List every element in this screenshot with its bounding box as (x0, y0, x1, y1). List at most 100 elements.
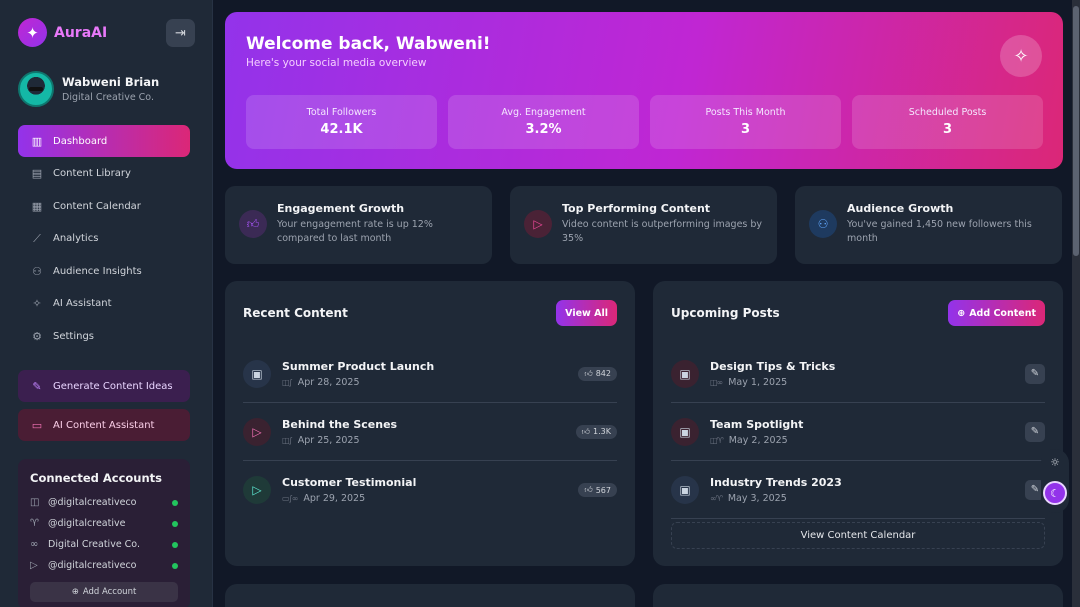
sidebar-item-content-library[interactable]: ▤ Content Library (18, 158, 190, 190)
logout-icon: ⇥ (175, 25, 186, 41)
list-item[interactable]: ▷ Behind the Scenes ◫∫ Apr 25, 2025 👍︎ 1.3K (243, 403, 617, 461)
stats-row: Total Followers 42.1K Avg. Engagement 3.2%… (246, 95, 1043, 149)
connected-accounts: Connected Accounts ◫ @digitalcreativeco ♈… (18, 459, 190, 607)
welcome-banner: Welcome back, Wabweni! Here's your socia… (225, 12, 1063, 169)
page-title: Welcome back, Wabweni! (246, 34, 491, 54)
sparkles-icon[interactable]: ✧ (1000, 35, 1042, 77)
sidebar-item-label: Settings (53, 330, 95, 342)
stat-value: 3 (942, 122, 953, 137)
list-item[interactable]: ▣ Summer Product Launch ◫∫ Apr 28, 2025 👍︎… (243, 345, 617, 403)
sidebar-item-label: Audience Insights (53, 265, 142, 277)
platform-icons: ◫∞ (710, 377, 723, 387)
stat-value: 3 (740, 122, 751, 137)
view-all-button[interactable]: View All (556, 300, 617, 326)
pencil-icon: ✎ (1030, 368, 1040, 379)
users-icon: ⚇ (32, 264, 42, 278)
item-date: May 3, 2025 (727, 492, 787, 504)
sidebar-item-dashboard[interactable]: ▥ Dashboard (18, 125, 190, 157)
list-item[interactable]: ▣ Industry Trends 2023 ∞♈ May 3, 2025 ✎ (671, 461, 1045, 519)
item-title: Industry Trends 2023 (710, 475, 842, 489)
account-item[interactable]: ∞ Digital Creative Co. (30, 534, 178, 555)
item-title: Behind the Scenes (282, 417, 398, 431)
likes-badge: 👍︎ 1.3K (575, 424, 617, 439)
platform-icons: ◫∫ (282, 377, 293, 387)
platform-icons: ∞♈ (710, 493, 723, 503)
stat-label: Scheduled Posts (908, 107, 987, 118)
app-root: ✦ AuraAI ⇥ Wabweni Brian Digital Creativ… (0, 0, 1080, 607)
upcoming-posts-card: Upcoming Posts ⊕ Add Content ▣ Design Tip… (653, 281, 1063, 566)
scroll-thumb[interactable] (1073, 6, 1079, 256)
thumbs-up-icon: 👍︎ (584, 485, 593, 494)
list-item[interactable]: ▣ Team Spotlight ◫♈ May 2, 2025 ✎ (671, 403, 1045, 461)
account-label: @digitalcreative (48, 518, 126, 529)
profile-name: Wabweni Brian (62, 75, 160, 89)
edit-button[interactable]: ✎ (1025, 421, 1045, 442)
accounts-title: Connected Accounts (30, 471, 163, 485)
sidebar-item-label: Analytics (53, 233, 99, 244)
item-title: Customer Testimonial (282, 476, 417, 489)
list-item[interactable]: ▣ Design Tips & Tricks ◫∞ May 1, 2025 ✎ (671, 345, 1045, 403)
logout-button[interactable]: ⇥ (166, 19, 195, 47)
account-item[interactable]: ◫ @digitalcreativeco (30, 492, 178, 513)
view-content-calendar-button[interactable]: View Content Calendar (671, 522, 1045, 549)
sidebar-item-label: Dashboard (53, 135, 108, 147)
scrollbar[interactable] (1072, 0, 1080, 607)
insight-card: ▷ Top Performing Content Video content is… (510, 186, 777, 264)
item-title: Summer Product Launch (282, 359, 435, 373)
stat-value: 3.2% (525, 122, 562, 137)
sidebar-nav: ▥ Dashboard ▤ Content Library ▦ Content Cal… (18, 125, 190, 353)
sidebar-item-content-calendar[interactable]: ▦ Content Calendar (18, 190, 190, 222)
sidebar: ✦ AuraAI ⇥ Wabweni Brian Digital Creativ… (0, 0, 213, 607)
account-label: @digitalcreativeco (48, 560, 137, 571)
bottom-card-left (225, 584, 635, 607)
account-item[interactable]: ▷ @digitalcreativeco (30, 555, 178, 576)
user-profile[interactable]: Wabweni Brian Digital Creative Co. (18, 71, 159, 107)
thumbs-up-icon: 👍︎ (581, 426, 591, 436)
instagram-icon: ◫ (30, 497, 40, 508)
ai-content-assistant-button[interactable]: ▭ AI Content Assistant (18, 409, 190, 441)
generate-content-ideas-button[interactable]: ✎ Generate Content Ideas (18, 370, 190, 402)
main-content: Welcome back, Wabweni! Here's your socia… (213, 0, 1080, 607)
account-item[interactable]: ♈ @digitalcreative (30, 513, 178, 534)
card-title: Upcoming Posts (671, 306, 780, 320)
users-icon: ⚇ (809, 210, 837, 238)
add-content-button[interactable]: ⊕ Add Content (948, 300, 1045, 326)
document-icon: ▤ (31, 167, 43, 180)
status-dot (172, 499, 178, 506)
line-chart-icon: ⟋ (33, 231, 41, 245)
moon-icon[interactable]: ☾ (1043, 481, 1067, 505)
sidebar-item-label: AI Assistant (53, 298, 112, 309)
plus-icon: ⊕ (957, 307, 966, 319)
button-label: Add Account (82, 587, 137, 597)
plus-icon: ⊕ (71, 587, 79, 597)
insight-title: Engagement Growth (277, 202, 405, 215)
twitter-icon: ♈ (30, 518, 39, 529)
add-account-button[interactable]: ⊕ Add Account (30, 582, 178, 602)
sidebar-item-label: Content Library (53, 168, 131, 179)
item-date: Apr 28, 2025 (297, 376, 360, 388)
list-item[interactable]: ▷ Customer Testimonial ▭∫∞ Apr 29, 2025 👍︎… (243, 461, 617, 519)
sun-icon[interactable]: ☼ (1047, 456, 1063, 472)
edit-button[interactable]: ✎ (1025, 363, 1045, 384)
item-title: Team Spotlight (710, 417, 804, 431)
status-dot (172, 562, 178, 569)
sidebar-item-audience-insights[interactable]: ⚇ Audience Insights (18, 255, 190, 287)
likes-count: 567 (595, 485, 611, 495)
insights-row: 👍︎ Engagement Growth Your engagement rate… (225, 186, 1062, 264)
button-label: AI Content Assistant (53, 419, 155, 431)
avatar (18, 71, 54, 107)
thumbs-up-icon: 👍︎ (584, 368, 593, 378)
insight-card: ⚇ Audience Growth You've gained 1,450 new… (795, 186, 1062, 264)
insight-card: 👍︎ Engagement Growth Your engagement rate… (225, 186, 492, 264)
insight-desc: Video content is outperforming images by… (562, 219, 763, 244)
brand[interactable]: ✦ AuraAI (18, 18, 107, 47)
insight-desc: You've gained 1,450 new followers this m… (847, 219, 1032, 244)
button-label: Generate Content Ideas (53, 380, 173, 392)
video-icon: ▷ (524, 210, 552, 238)
sidebar-item-analytics[interactable]: ⟋ Analytics (18, 223, 190, 255)
profile-org: Digital Creative Co. (62, 92, 154, 103)
sidebar-item-settings[interactable]: ⚙ Settings (18, 320, 190, 352)
bar-chart-icon: ▥ (31, 134, 43, 148)
item-date: May 1, 2025 (728, 376, 788, 388)
sidebar-item-ai-assistant[interactable]: ✧ AI Assistant (18, 288, 190, 320)
